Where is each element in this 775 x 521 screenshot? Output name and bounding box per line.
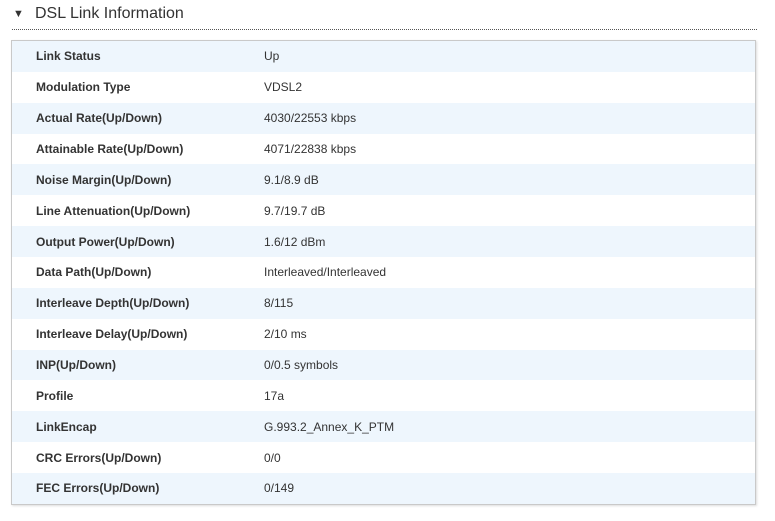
row-value: Interleaved/Interleaved: [264, 265, 387, 280]
row-label: Profile: [36, 388, 74, 403]
row-label: Data Path(Up/Down): [36, 265, 152, 280]
row-value: 4071/22838 kbps: [264, 142, 357, 156]
divider: [12, 29, 757, 30]
table-row: Line Attenuation(Up/Down) 9.7/19.7 dB: [12, 195, 755, 226]
row-value: VDSL2: [264, 80, 303, 95]
table-row: Output Power(Up/Down) 1.6/12 dBm: [12, 226, 755, 258]
section-header[interactable]: ▼ DSL Link Information: [13, 2, 184, 26]
row-value: 8/115: [264, 296, 294, 311]
table-row: Attainable Rate(Up/Down) 4071/22838 kbps: [12, 134, 755, 165]
table-row: CRC Errors(Up/Down) 0/0: [12, 442, 755, 473]
table-row: Data Path(Up/Down) Interleaved/Interleave…: [12, 257, 755, 288]
table-row: Profile 17a: [12, 380, 755, 411]
row-label: INP(Up/Down): [36, 358, 116, 373]
table-row: Link Status Up: [12, 41, 755, 72]
table-row: Noise Margin(Up/Down) 9.1/8.9 dB: [12, 164, 755, 196]
table-row: LinkEncap G.993.2_Annex_K_PTM: [12, 411, 755, 443]
row-value: 9.1/8.9 dB: [264, 172, 319, 187]
table-row: Actual Rate(Up/Down) 4030/22553 kbps: [12, 102, 755, 134]
row-label: FEC Errors(Up/Down): [36, 481, 160, 496]
table-row: FEC Errors(Up/Down) 0/149: [12, 473, 755, 504]
row-value: 2/10 ms: [264, 327, 307, 342]
dsl-info-table: Link Status Up Modulation Type VDSL2 Actual …: [11, 40, 756, 505]
row-value: 0/0: [264, 450, 281, 465]
row-label: Noise Margin(Up/Down): [36, 172, 172, 187]
row-label: Line Attenuation(Up/Down): [36, 203, 191, 218]
row-label: Interleave Depth(Up/Down): [36, 296, 190, 311]
row-value: 1.6/12 dBm: [264, 234, 326, 249]
table-row: Interleave Delay(Up/Down) 2/10 ms: [12, 319, 755, 350]
section-title: DSL Link Information: [35, 5, 184, 22]
row-value: 17a: [264, 388, 285, 403]
row-label: Attainable Rate(Up/Down): [36, 142, 184, 156]
table-row: INP(Up/Down) 0/0.5 symbols: [12, 349, 755, 381]
row-label: Link Status: [36, 49, 101, 64]
row-value: G.993.2_Annex_K_PTM: [264, 419, 395, 434]
row-label: LinkEncap: [36, 419, 97, 434]
row-label: Modulation Type: [36, 80, 131, 95]
row-value: Up: [264, 49, 280, 64]
row-value: 4030/22553 kbps: [264, 111, 357, 126]
row-label: Actual Rate(Up/Down): [36, 111, 162, 126]
row-value: 0/149: [264, 481, 295, 496]
row-label: CRC Errors(Up/Down): [36, 450, 162, 465]
row-label: Output Power(Up/Down): [36, 234, 175, 249]
row-label: Interleave Delay(Up/Down): [36, 327, 188, 342]
table-row: Modulation Type VDSL2: [12, 72, 755, 103]
row-value: 9.7/19.7 dB: [264, 203, 326, 218]
row-value: 0/0.5 symbols: [264, 358, 339, 373]
triangle-down-icon[interactable]: ▼: [13, 8, 35, 20]
table-row: Interleave Depth(Up/Down) 8/115: [12, 287, 755, 319]
